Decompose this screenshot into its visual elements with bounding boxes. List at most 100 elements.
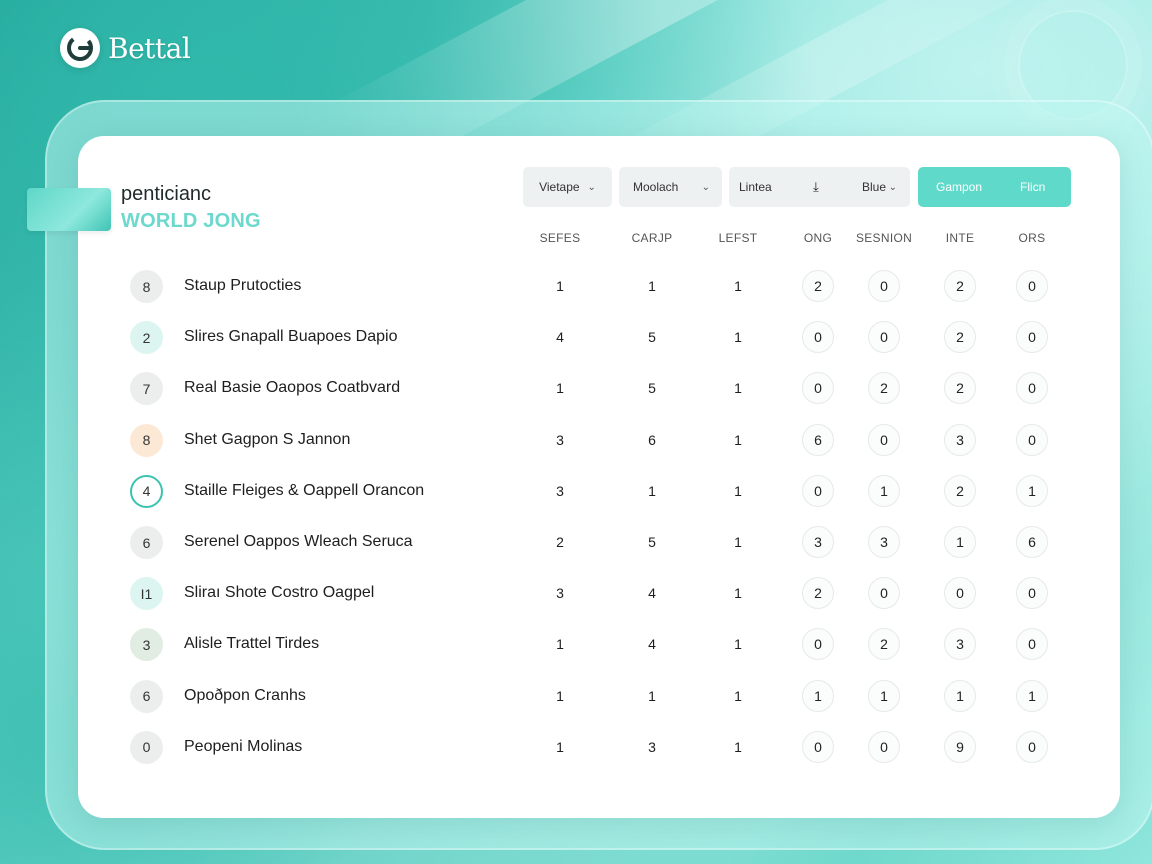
chevron-down-icon: ⌄ [701,181,710,193]
column-header[interactable]: SESNION [856,231,912,245]
stat-pill: 2 [944,270,976,302]
stat-pill: 6 [1016,526,1048,558]
filter-2-label: Moolach [633,180,679,194]
stat-pill: 1 [944,526,976,558]
stat-pill: 0 [1016,730,1048,763]
chevron-down-icon: ⌄ [888,181,897,193]
table-row[interactable]: I1 Sliraı Shote Costro Oagpel 3 4 1 2 0 0 0 [0,569,1152,619]
filter-1-label: Vietape [539,180,580,194]
column-header[interactable]: SEFES [540,231,581,245]
brand-logo[interactable]: Bettal [60,28,191,68]
stat-pill: 3 [868,526,900,558]
chevron-down-icon: ⌄ [587,181,596,193]
table-row[interactable]: 0 Peopeni Molinas 1 3 1 0 0 9 0 [0,723,1152,773]
player-name[interactable]: Slires Gnapall Buapoes Dapio [184,328,397,346]
stat-value: 4 [556,329,564,346]
rank-badge: 6 [130,526,163,559]
stat-value: 1 [734,636,742,653]
column-header[interactable]: CARJP [632,231,673,245]
player-name[interactable]: Opoðpon Cranhs [184,687,306,705]
stat-pill: 0 [868,270,900,302]
stat-pill: 1 [1016,474,1048,507]
player-name[interactable]: Peopeni Molinas [184,738,302,756]
stat-value: 1 [648,687,656,704]
stat-pill: 3 [944,423,976,456]
toggle-option-gampon[interactable]: Gampon [936,180,982,194]
stat-value: 3 [556,482,564,499]
column-header[interactable]: ONG [804,231,832,245]
player-name[interactable]: Sliraı Shote Costro Oagpel [184,584,374,602]
stat-pill: 1 [868,679,900,712]
stat-value: 1 [556,738,564,755]
stat-pill: 2 [944,372,976,405]
filter-dropdown-1[interactable]: Vietape ⌄ [523,167,612,207]
rank-badge: 4 [130,474,163,508]
filter-dropdown-3[interactable]: Lintea ⤓ Blue ⌄ [729,167,910,207]
stat-value: 3 [648,738,656,755]
table-row[interactable]: 2 Slires Gnapall Buapoes Dapio 4 5 1 0 0 2 0 [0,313,1152,363]
filter-3-label: Lintea [739,180,772,194]
stat-value: 1 [734,585,742,602]
table-row[interactable]: 8 Shet Gagpon S Jannon 3 6 1 6 0 3 0 [0,416,1152,466]
player-name[interactable]: Staille Fleiges & Oappell Orancon [184,482,424,500]
download-icon[interactable]: ⤓ [813,179,819,195]
stat-value: 1 [734,534,742,550]
filter-3-value: Blue [862,180,887,194]
stat-pill: 0 [802,730,834,763]
rank-badge: 6 [130,679,163,713]
stat-pill: 0 [868,423,900,456]
table-row[interactable]: 6 Serenel Oappos Wleach Seruca 2 5 1 3 3 1 6 [0,518,1152,568]
player-name[interactable]: Serenel Oappos Wleach Seruca [184,533,413,551]
rank-badge: 2 [130,321,163,355]
stat-pill: 0 [868,577,900,610]
stat-pill: 3 [802,526,834,558]
rank-badge: 8 [130,270,163,303]
stat-value: 3 [556,431,564,448]
stat-pill: 2 [944,474,976,507]
stat-pill: 0 [1016,270,1048,302]
stat-value: 3 [556,585,564,602]
table-row[interactable]: 3 Alisle Trattel Tirdes 1 4 1 0 2 3 0 [0,620,1152,670]
stat-value: 1 [648,482,656,499]
stat-value: 4 [648,585,656,602]
stat-value: 1 [556,380,564,397]
stat-pill: 0 [1016,423,1048,456]
stat-pill: 2 [868,628,900,661]
view-toggle[interactable]: Gampon Flicn [918,167,1071,207]
stat-pill: 0 [1016,577,1048,610]
stat-value: 1 [734,278,742,294]
table-row[interactable]: 6 Opoðpon Cranhs 1 1 1 1 1 1 1 [0,672,1152,722]
player-name[interactable]: Real Basie Oaopos Coatbvard [184,379,400,397]
rank-badge: 3 [130,628,163,662]
stat-value: 1 [734,380,742,397]
stat-pill: 9 [944,730,976,763]
filter-dropdown-2[interactable]: Moolach ⌄ [619,167,722,207]
table-row[interactable]: 7 Real Basie Oaopos Coatbvard 1 5 1 0 2 2 0 [0,364,1152,414]
rank-badge: 7 [130,372,163,406]
player-name[interactable]: Alisle Trattel Tirdes [184,635,319,653]
stat-value: 1 [734,329,742,346]
column-header[interactable]: INTE [946,231,975,245]
page-title-line2: WORLD JONG [121,210,261,232]
brand-name: Bettal [108,31,191,65]
stat-pill: 6 [802,423,834,456]
stat-pill: 2 [802,270,834,302]
table-row[interactable]: 4 Staille Fleiges & Oappell Orancon 3 1 1 0 1 2… [0,467,1152,517]
stat-pill: 3 [944,628,976,661]
stat-value: 5 [648,534,656,550]
player-name[interactable]: Staup Prutocties [184,277,301,295]
stat-value: 1 [556,687,564,704]
toggle-option-flicn[interactable]: Flicn [1020,180,1045,194]
table-row[interactable]: 8 Staup Prutocties 1 1 1 2 0 2 0 [0,262,1152,312]
stat-pill: 0 [802,321,834,354]
brand-mark-icon [60,28,100,68]
rank-badge: I1 [130,577,163,611]
column-header[interactable]: LEFST [719,231,758,245]
stat-pill: 0 [1016,628,1048,661]
rank-badge: 8 [130,423,163,457]
player-name[interactable]: Shet Gagpon S Jannon [184,431,350,449]
stat-pill: 2 [868,372,900,405]
stat-value: 1 [734,738,742,755]
column-header[interactable]: ORS [1019,231,1046,245]
stat-value: 5 [648,329,656,346]
